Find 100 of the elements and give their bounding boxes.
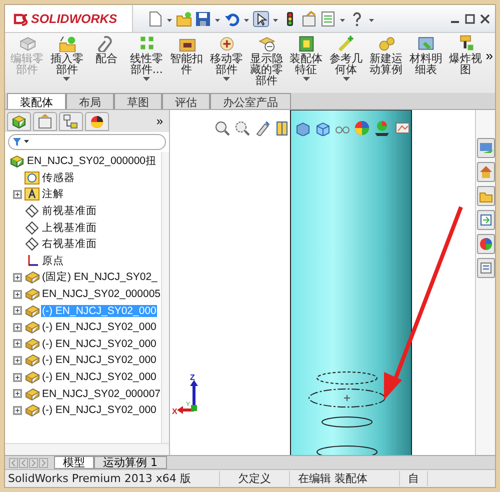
- ribbon-button[interactable]: 材料明细表: [406, 34, 446, 93]
- plane-icon: [24, 220, 40, 236]
- expand-icon[interactable]: [13, 190, 22, 199]
- logo-icon: [13, 12, 29, 26]
- display-settings-icon[interactable]: [394, 120, 410, 136]
- ribbon-button[interactable]: 线性零部件...: [126, 34, 167, 93]
- part-icon: [24, 352, 40, 368]
- tree-item[interactable]: 右视基准面: [41, 237, 98, 252]
- assembly-icon: [9, 153, 25, 170]
- new-document-icon[interactable]: [147, 10, 163, 26]
- expand-icon[interactable]: [13, 339, 22, 348]
- task-pane-button[interactable]: [476, 258, 494, 278]
- document-icon: [478, 213, 492, 227]
- tab[interactable]: 办公室产品: [210, 93, 291, 109]
- tree-item[interactable]: (-) EN_NJCJ_SY02_000: [41, 338, 158, 350]
- panel-tab[interactable]: [7, 112, 31, 130]
- tree-item[interactable]: (-) EN_NJCJ_SY02_000: [41, 404, 158, 416]
- list-icon: [478, 261, 492, 275]
- tree-item[interactable]: (-) EN_NJCJ_SY02_000: [41, 371, 158, 384]
- axis-label: Z: [190, 373, 195, 382]
- tree-item[interactable]: (固定) EN_NJCJ_SY02_: [41, 270, 158, 284]
- zoom-area-icon[interactable]: [234, 120, 250, 136]
- part-icon: [24, 402, 40, 418]
- color-wheel-icon: [478, 237, 492, 251]
- section-view-icon[interactable]: [274, 120, 290, 136]
- ribbon-button[interactable]: 智能扣件: [166, 34, 206, 93]
- ribbon-button[interactable]: 新建运动算例: [366, 34, 406, 93]
- more-button[interactable]: »: [156, 114, 167, 128]
- task-pane-button[interactable]: [476, 210, 494, 230]
- task-pane-button[interactable]: [476, 234, 494, 254]
- status-text: 自: [400, 471, 428, 486]
- part-icon: [24, 269, 40, 286]
- part-icon: [24, 302, 40, 319]
- appearance-icon: [88, 113, 106, 129]
- expand-icon[interactable]: [13, 356, 22, 365]
- monitor-icon: [478, 141, 492, 155]
- tree-item[interactable]: 上视基准面: [41, 220, 98, 235]
- tree-item[interactable]: 前视基准面: [41, 204, 98, 218]
- task-pane-button[interactable]: [476, 138, 494, 158]
- ribbon-button[interactable]: 插入零部件: [46, 34, 87, 93]
- filter-icon: [12, 137, 30, 147]
- tree-item[interactable]: 传感器: [41, 170, 76, 185]
- properties-icon: [36, 113, 54, 129]
- panel-tab[interactable]: [85, 112, 109, 130]
- caret-icon: [143, 76, 150, 82]
- status-text: 在编辑 装配体: [290, 471, 400, 486]
- status-text: 欠定义: [220, 471, 290, 486]
- axis-label: X: [172, 407, 178, 416]
- close-icon[interactable]: [479, 12, 491, 24]
- status-text: SolidWorks Premium 2013 x64 版: [5, 471, 220, 486]
- tab[interactable]: 运动算例 1: [94, 456, 166, 469]
- color-wheel-icon[interactable]: [354, 120, 370, 136]
- tree-item[interactable]: EN_NJCJ_SY02_000000扭: [26, 154, 158, 168]
- ribbon-button[interactable]: 配合: [86, 34, 127, 93]
- expand-icon[interactable]: [13, 406, 22, 415]
- task-pane-button[interactable]: [476, 162, 494, 182]
- tab[interactable]: 模型: [54, 456, 94, 469]
- open-folder-icon[interactable]: [176, 10, 192, 26]
- expand-icon[interactable]: [13, 322, 22, 332]
- tab[interactable]: 装配体: [7, 93, 66, 109]
- tree-item[interactable]: EN_NJCJ_SY02_000005: [41, 288, 161, 300]
- view-orientation-icon[interactable]: [294, 120, 310, 136]
- expand-icon[interactable]: [13, 372, 22, 382]
- caret-icon: [222, 76, 230, 82]
- tree-item[interactable]: 注解: [41, 187, 65, 202]
- scene-icon[interactable]: [374, 120, 390, 136]
- ribbon-button[interactable]: 装配体特征: [286, 34, 326, 93]
- filter-field[interactable]: [8, 134, 166, 150]
- zoom-fit-icon[interactable]: [214, 120, 230, 136]
- tab[interactable]: 布局: [66, 93, 114, 109]
- y-axis: [191, 405, 197, 411]
- save-icon[interactable]: [195, 10, 211, 26]
- display-style-icon[interactable]: [314, 120, 330, 136]
- tree-item[interactable]: 原点: [41, 254, 65, 268]
- maximize-icon[interactable]: [464, 12, 476, 24]
- ribbon-button[interactable]: 参考几何体: [326, 34, 366, 93]
- show-parts-icon: [256, 34, 276, 52]
- more-button[interactable]: »: [486, 34, 493, 63]
- list-icon[interactable]: [320, 10, 336, 26]
- undo-icon[interactable]: [224, 10, 240, 26]
- tab[interactable]: 评估: [162, 93, 210, 109]
- task-pane-button[interactable]: [476, 186, 494, 206]
- ribbon-button[interactable]: 爆炸视图: [446, 34, 486, 93]
- ribbon-button[interactable]: 显示隐藏的零部件: [246, 34, 286, 93]
- options-icon[interactable]: [301, 10, 317, 26]
- tab[interactable]: 草图: [114, 93, 162, 109]
- tree-item[interactable]: (-) EN_NJCJ_SY02_000: [41, 321, 158, 334]
- part-icon: [24, 319, 40, 336]
- tree-item[interactable]: EN_NJCJ_SY02_000007: [41, 388, 161, 400]
- expand-icon[interactable]: [13, 290, 22, 299]
- expand-icon[interactable]: [13, 306, 22, 316]
- ribbon-button[interactable]: 移动零部件: [206, 34, 246, 93]
- previous-view-icon[interactable]: [254, 120, 270, 136]
- expand-icon[interactable]: [13, 272, 22, 282]
- tree-item[interactable]: (-) EN_NJCJ_SY02_000: [41, 354, 158, 366]
- panel-tab[interactable]: [59, 112, 83, 130]
- select-pointer-icon[interactable]: [253, 10, 269, 26]
- expand-icon[interactable]: [13, 389, 22, 398]
- table-icon: [416, 34, 436, 52]
- feature-tree-icon: [10, 113, 28, 129]
